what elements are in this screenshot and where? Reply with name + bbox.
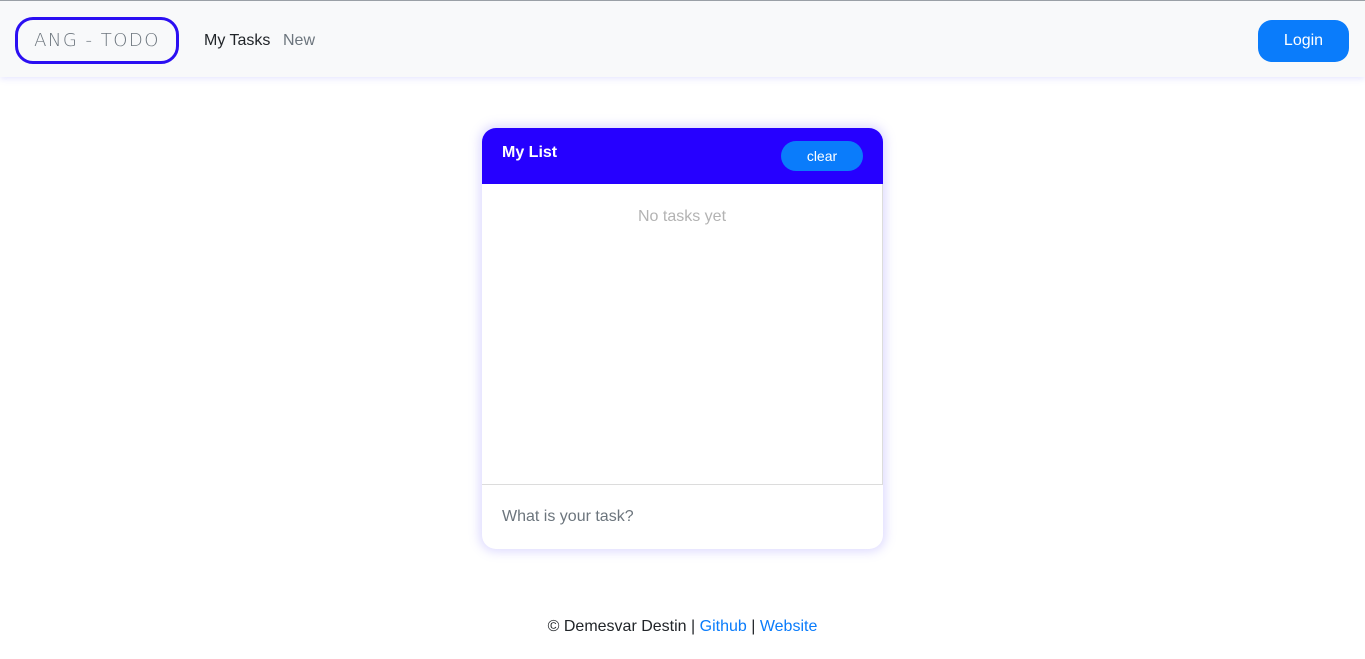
brand-logo[interactable]: ANG - TODO — [15, 17, 179, 64]
nav-link-my-tasks[interactable]: My Tasks — [204, 32, 270, 50]
github-link[interactable]: Github — [700, 618, 747, 635]
top-navbar: ANG - TODO My Tasks New Login — [0, 0, 1365, 77]
nav-link-new[interactable]: New — [283, 32, 315, 50]
website-link[interactable]: Website — [760, 618, 818, 635]
page-footer: © Demesvar Destin | Github | Website — [0, 618, 1365, 636]
footer-separator: | — [691, 618, 696, 635]
task-list-card: My List clear No tasks yet — [482, 128, 883, 549]
empty-state-message: No tasks yet — [637, 208, 727, 225]
footer-separator: | — [751, 618, 756, 635]
list-title: My List — [502, 144, 558, 161]
card-footer — [482, 484, 883, 549]
login-button[interactable]: Login — [1258, 20, 1349, 62]
new-task-input[interactable] — [502, 499, 862, 535]
card-header: My List clear — [482, 128, 883, 184]
clear-button[interactable]: clear — [781, 141, 863, 171]
task-list: No tasks yet — [482, 184, 883, 484]
footer-credit: © Demesvar Destin — [547, 618, 687, 635]
